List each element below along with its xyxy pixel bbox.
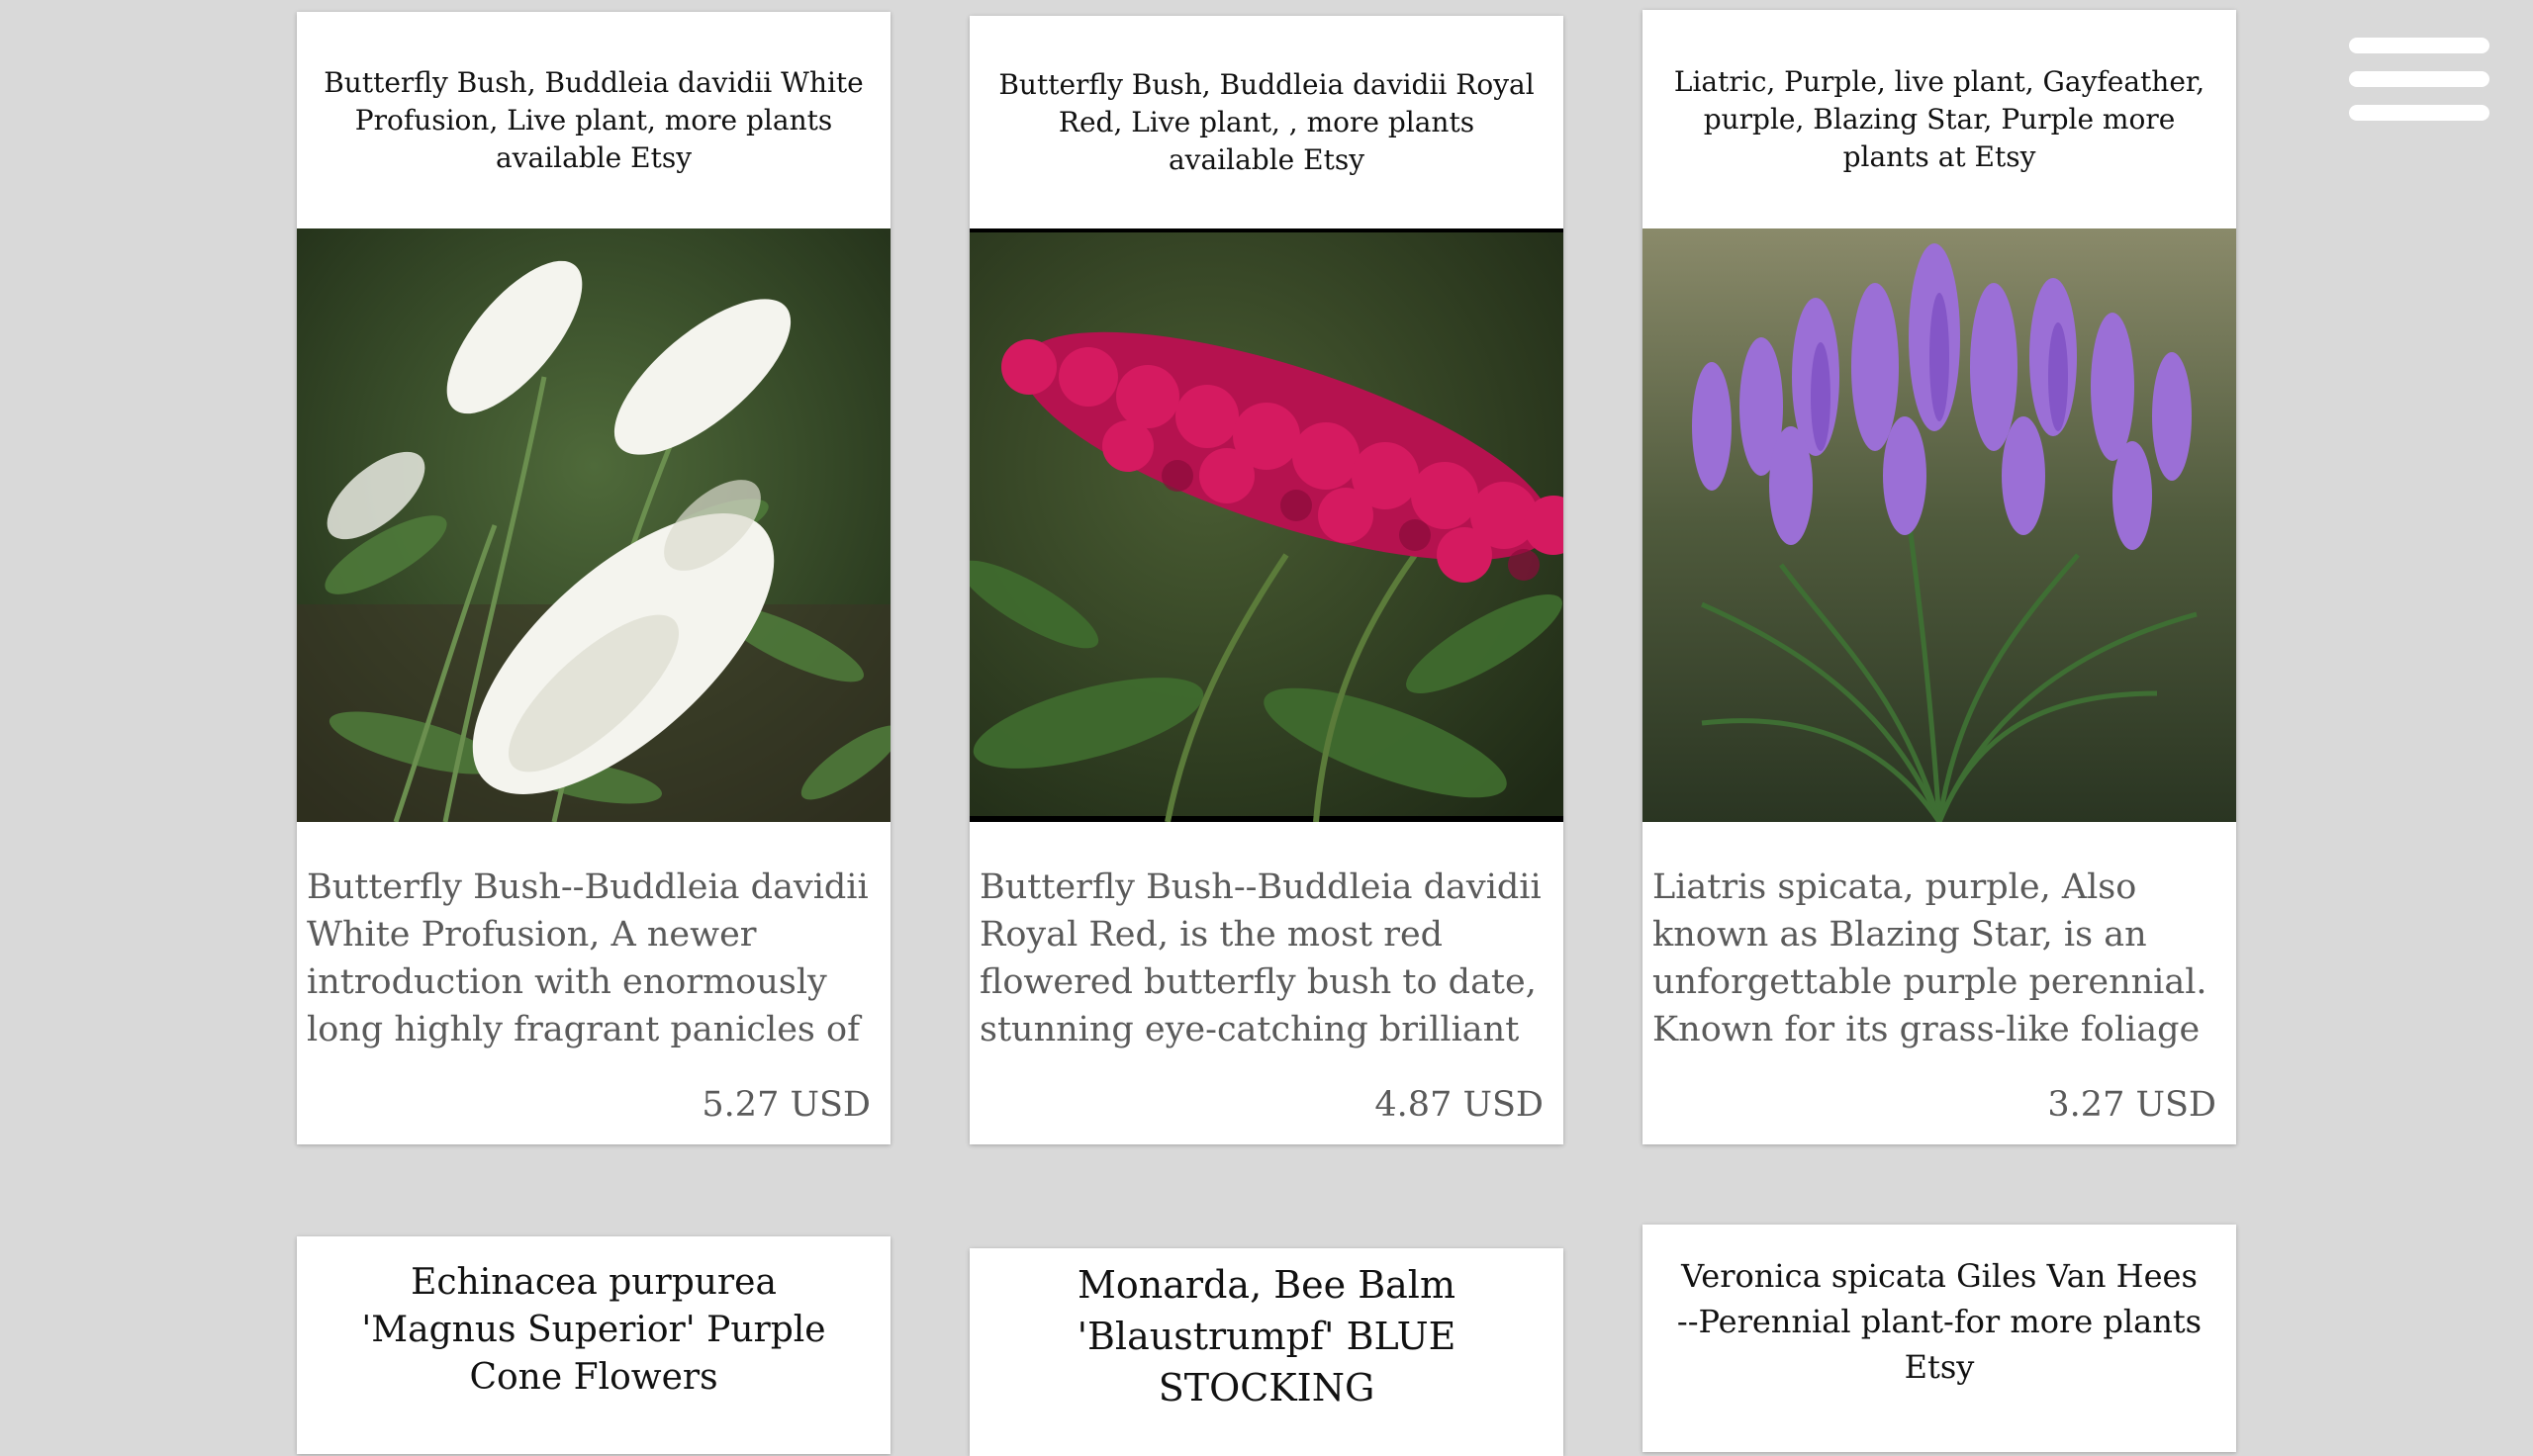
product-price: 5.27 USD — [702, 1085, 871, 1125]
royal-red-butterfly-bush-image[interactable] — [970, 228, 1563, 822]
hamburger-menu-icon[interactable] — [2349, 38, 2489, 121]
product-title: Veronica spicata Giles Van Hees --Perenn… — [1676, 1257, 2203, 1386]
product-price: 4.87 USD — [1374, 1085, 1544, 1125]
white-butterfly-bush-image[interactable] — [297, 228, 891, 822]
product-title: Echinacea purpurea 'Magnus Superior' Pur… — [361, 1262, 826, 1398]
product-title: Butterfly Bush, Buddleia davidii White P… — [324, 65, 864, 174]
product-description: Butterfly Bush--Buddleia davidii White P… — [307, 867, 869, 1049]
product-card[interactable]: Butterfly Bush, Buddleia davidii White P… — [297, 12, 891, 1144]
product-title: Monarda, Bee Balm 'Blaustrumpf' BLUE STO… — [1077, 1263, 1456, 1410]
product-description: Liatris spicata, purple, Also known as B… — [1652, 867, 2207, 1049]
purple-liatris-image[interactable] — [1642, 228, 2236, 822]
product-card[interactable]: Veronica spicata Giles Van Hees --Perenn… — [1642, 1225, 2236, 1452]
menu-bar — [2349, 38, 2489, 53]
menu-bar — [2349, 71, 2489, 87]
product-card[interactable]: Liatric, Purple, live plant, Gayfeather,… — [1642, 10, 2236, 1144]
menu-bar — [2349, 105, 2489, 121]
product-description: Butterfly Bush--Buddleia davidii Royal R… — [980, 867, 1542, 1049]
product-card[interactable]: Echinacea purpurea 'Magnus Superior' Pur… — [297, 1236, 891, 1454]
product-title: Liatric, Purple, live plant, Gayfeather,… — [1673, 64, 2205, 173]
product-title: Butterfly Bush, Buddleia davidii Royal R… — [998, 67, 1535, 176]
product-card[interactable]: Monarda, Bee Balm 'Blaustrumpf' BLUE STO… — [970, 1248, 1563, 1456]
product-card[interactable]: Butterfly Bush, Buddleia davidii Royal R… — [970, 16, 1563, 1144]
product-price: 3.27 USD — [2047, 1085, 2216, 1125]
